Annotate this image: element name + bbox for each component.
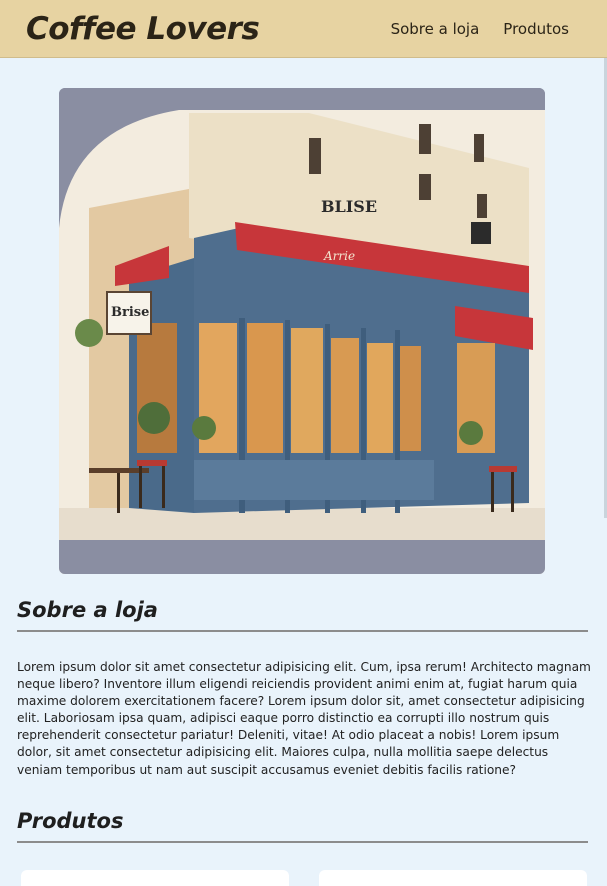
about-text: Lorem ipsum dolor sit amet consectetur a… [17,660,591,777]
about-divider [17,630,588,632]
products-title: Produtos [17,809,124,833]
about-title: Sobre a loja [17,598,158,622]
products-divider [17,841,588,843]
product-card[interactable] [21,870,289,886]
site-header: Coffee Lovers Sobre a loja Produtos [0,0,607,58]
hero-image: BLISE Arrie Brise [59,88,545,574]
brand-logo[interactable]: Coffee Lovers [26,11,260,47]
nav-link-sobre[interactable]: Sobre a loja [391,20,480,38]
product-card[interactable] [319,870,587,886]
cafe-board-text: Brise [111,305,149,320]
awning-text: Arrie [323,249,355,263]
main-nav: Sobre a loja Produtos [391,20,569,38]
shop-sign-text: BLISE [321,197,377,216]
nav-link-produtos[interactable]: Produtos [503,20,569,38]
